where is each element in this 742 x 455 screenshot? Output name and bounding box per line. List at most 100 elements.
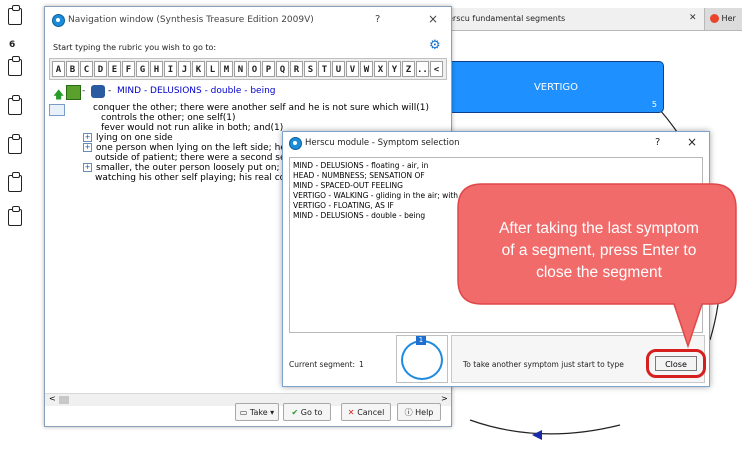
tab-herscu-segments[interactable]: erscu fundamental segments	[444, 8, 705, 30]
nav-toolbar: ▭ Take ▾ ✔ Go to ✕ Cancel ⓘ Help	[45, 403, 451, 425]
scroll-right-icon[interactable]: >	[441, 394, 448, 403]
expand-icon[interactable]: +	[83, 143, 92, 152]
clipboard-count: 6	[9, 40, 16, 50]
dialog-title: Herscu module - Symptom selection	[305, 138, 460, 148]
current-segment-value: 1	[359, 360, 364, 369]
goto-button[interactable]: ✔ Go to	[283, 403, 331, 421]
alphabet-key[interactable]: J	[178, 61, 191, 77]
segment-badge: 1	[416, 336, 426, 345]
alphabet-key[interactable]: E	[108, 61, 121, 77]
segment-circle-icon	[401, 340, 443, 380]
alphabet-key[interactable]: T	[318, 61, 331, 77]
callout-line: of a segment, press Enter to	[501, 242, 697, 259]
symptom-item[interactable]: HEAD - NUMBNESS; SENSATION OF	[293, 171, 425, 180]
alphabet-key[interactable]: Z	[402, 61, 415, 77]
node-label: VERTIGO	[533, 82, 579, 93]
cancel-button[interactable]: ✕ Cancel	[341, 403, 391, 421]
x-icon: ✕	[347, 408, 358, 417]
segment-node-vertigo[interactable]: VERTIGO 5	[448, 61, 664, 113]
tree-item[interactable]: fever would not run alike in both; and(1…	[101, 123, 283, 133]
alphabet-key[interactable]: F	[122, 61, 135, 77]
close-icon[interactable]: ×	[428, 12, 438, 26]
chart-icon[interactable]	[66, 85, 81, 100]
rubric-title[interactable]: MIND - DELUSIONS - double - being	[117, 86, 276, 96]
tab2-title: Her	[721, 14, 736, 23]
alphabet-key[interactable]: A	[52, 61, 65, 77]
clipboard-icon[interactable]	[8, 134, 23, 154]
help-circle-icon: ⓘ	[404, 408, 416, 417]
alphabet-key[interactable]: D	[94, 61, 107, 77]
left-toolbar: 6	[0, 0, 37, 455]
alphabet-key[interactable]: Q	[276, 61, 289, 77]
alphabet-key[interactable]: N	[234, 61, 247, 77]
mind-icon	[91, 85, 105, 98]
hint-text: To take another symptom just start to ty…	[463, 360, 624, 369]
alphabet-key[interactable]: V	[346, 61, 359, 77]
up-arrow-icon[interactable]: 🡅	[53, 86, 64, 105]
gear-icon[interactable]: ⚙	[429, 38, 441, 53]
symptom-item[interactable]: MIND - SPACED-OUT FEELING	[293, 181, 403, 190]
close-highlight-ring	[646, 349, 706, 378]
alphabet-key[interactable]: Y	[388, 61, 401, 77]
tree-item[interactable]: conquer the other; there were another se…	[93, 103, 429, 113]
alphabet-bar: A B C D E F G H I J K L M N O P Q R S T U V W X Y Z... <	[49, 58, 447, 80]
symptom-item[interactable]: MIND - DELUSIONS - double - being	[293, 211, 425, 220]
tab-close-icon[interactable]: ✕	[689, 13, 697, 23]
scroll-left-icon[interactable]: <	[49, 394, 56, 403]
callout-text: After taking the last symptom of a segme…	[466, 218, 732, 284]
alphabet-key[interactable]: W	[360, 61, 373, 77]
nav-title: Navigation window (Synthesis Treasure Ed…	[68, 15, 314, 25]
tree-item[interactable]: + lying on one side	[83, 133, 173, 143]
alphabet-key[interactable]: R	[290, 61, 303, 77]
alphabet-key[interactable]: H	[150, 61, 163, 77]
rubric-row: 🡅 - - MIND - DELUSIONS - double - being	[53, 85, 447, 101]
alphabet-key[interactable]: K	[192, 61, 205, 77]
symptom-item[interactable]: VERTIGO - FLOATING, AS IF	[293, 201, 394, 210]
help-button[interactable]: ⓘ Help	[397, 403, 441, 421]
tree-item[interactable]: + smaller, the outer person loosely put o…	[83, 163, 292, 173]
current-segment-label: Current segment:	[289, 360, 355, 369]
alphabet-key[interactable]: ...	[416, 61, 433, 77]
alphabet-key[interactable]: O	[248, 61, 261, 77]
dialog-title-bar: Herscu module - Symptom selection ? ×	[283, 132, 709, 154]
alphabet-key[interactable]: M	[220, 61, 233, 77]
alphabet-key[interactable]: L	[206, 61, 219, 77]
alphabet-key[interactable]: G	[136, 61, 149, 77]
callout-line: close the segment	[536, 264, 662, 281]
callout-line: After taking the last symptom	[499, 220, 699, 237]
rubric-prompt: Start typing the rubric you wish to go t…	[53, 43, 217, 52]
app-icon	[289, 137, 302, 150]
expand-icon[interactable]: +	[83, 133, 92, 142]
take-button[interactable]: ▭ Take ▾	[235, 403, 279, 421]
app-icon	[52, 14, 65, 27]
take-icon: ▭	[239, 408, 250, 417]
alphabet-key[interactable]: B	[66, 61, 79, 77]
tab-second[interactable]: Her	[706, 8, 742, 30]
tree-item[interactable]: outside of patient; there were a second …	[95, 153, 288, 163]
help-icon[interactable]: ?	[375, 14, 380, 25]
alphabet-key[interactable]: X	[374, 61, 387, 77]
close-icon[interactable]: ×	[687, 135, 697, 149]
alphabet-key[interactable]: <	[430, 61, 443, 77]
symptom-item[interactable]: MIND - DELUSIONS - floating - air, in	[293, 161, 428, 170]
alphabet-key[interactable]: P	[262, 61, 275, 77]
tree-item[interactable]: controls the other; one self(1)	[101, 113, 236, 123]
segment-thumbnail: 1	[396, 335, 448, 383]
node-count: 5	[651, 100, 657, 109]
tree-item[interactable]: + one person when lying on the left side;…	[83, 143, 296, 153]
alphabet-key[interactable]: C	[80, 61, 93, 77]
alphabet-key[interactable]: S	[304, 61, 317, 77]
help-icon[interactable]: ?	[655, 137, 660, 148]
nav-title-bar: Navigation window (Synthesis Treasure Ed…	[45, 7, 451, 33]
clipboard-icon[interactable]	[8, 95, 23, 115]
tab-title: erscu fundamental segments	[448, 14, 566, 23]
clipboard-icon[interactable]	[8, 172, 23, 192]
tree-item[interactable]: watching his other self playing; his rea…	[95, 173, 291, 183]
clipboard-icon[interactable]	[8, 206, 23, 226]
clipboard-icon[interactable]	[8, 56, 23, 76]
alphabet-key[interactable]: U	[332, 61, 345, 77]
browser-icon	[710, 14, 719, 23]
expand-icon[interactable]: +	[83, 163, 92, 172]
clipboard-check-icon[interactable]	[8, 5, 23, 25]
alphabet-key[interactable]: I	[164, 61, 177, 77]
